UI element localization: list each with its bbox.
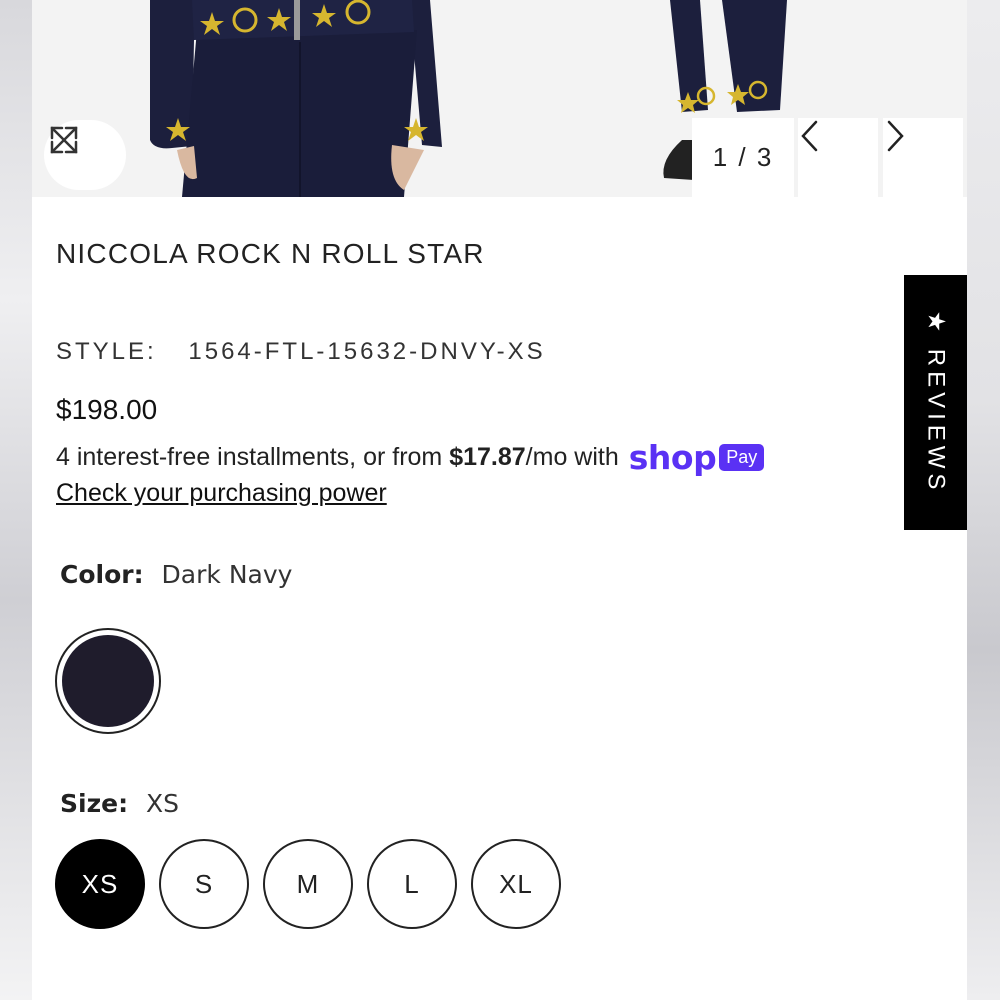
color-swatch-fill (62, 635, 154, 727)
reviews-tab[interactable]: ★ REVIEWS (904, 275, 967, 530)
shop-pay-wordmark: shop (628, 438, 717, 477)
previous-image-button[interactable] (798, 118, 878, 197)
product-image-gallery[interactable]: 1 / 3 (32, 0, 967, 197)
style-code-row: STYLE: 1564-FTL-15632-DNVY-XS (56, 338, 546, 366)
background-edge-right (966, 0, 1000, 1000)
image-counter: 1 / 3 (692, 118, 794, 197)
size-label: Size: (60, 789, 129, 818)
reviews-tab-label: ★ REVIEWS (922, 310, 949, 495)
size-value: XS (146, 789, 180, 818)
expand-arrows-icon (50, 126, 78, 154)
size-option-xs[interactable]: XS (55, 839, 145, 929)
size-option-xl[interactable]: XL (471, 839, 561, 929)
size-option-l[interactable]: L (367, 839, 457, 929)
installments-message: 4 interest-free installments, or from $1… (56, 438, 765, 477)
installment-amount: $17.87 (449, 443, 526, 471)
color-label: Color: (60, 560, 144, 589)
size-options: XS S M L XL (55, 839, 561, 929)
style-code: 1564-FTL-15632-DNVY-XS (188, 338, 546, 365)
chevron-right-icon (887, 120, 904, 152)
size-option-s[interactable]: S (159, 839, 249, 929)
size-option-m[interactable]: M (263, 839, 353, 929)
chevron-left-icon (801, 120, 818, 152)
product-title: NICCOLA ROCK N ROLL STAR (56, 238, 485, 269)
color-swatch-dark-navy[interactable] (55, 628, 161, 734)
next-image-button[interactable] (883, 118, 963, 197)
purchasing-power-link[interactable]: Check your purchasing power (56, 479, 387, 508)
expand-image-button[interactable] (44, 120, 126, 190)
product-price: $198.00 (56, 394, 158, 425)
color-value: Dark Navy (161, 560, 293, 589)
shop-pay-logo: shop Pay (628, 438, 765, 477)
installments-prefix: 4 interest-free installments, or from (56, 443, 450, 471)
background-edge-left (0, 0, 34, 1000)
color-selection-label: Color: Dark Navy (60, 560, 292, 589)
installments-suffix: /mo with (525, 443, 619, 471)
size-selection-label: Size: XS (60, 789, 179, 818)
product-page: 1 / 3 NICCOLA ROCK N ROLL STAR STYLE: 15… (32, 0, 967, 1000)
shop-pay-badge: Pay (719, 444, 765, 471)
style-label: STYLE: (56, 338, 157, 365)
